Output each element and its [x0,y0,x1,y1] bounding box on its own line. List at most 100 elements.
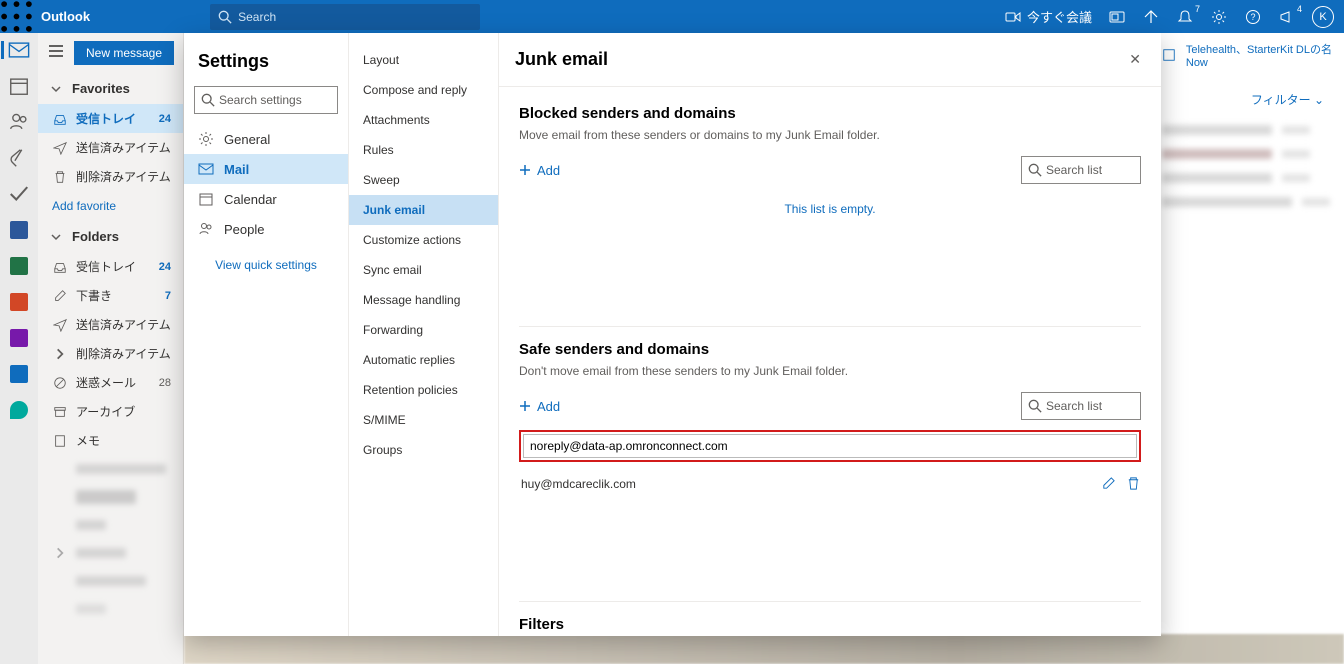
favorites-section[interactable]: Favorites [38,73,183,104]
safe-desc: Don't move email from these senders to m… [519,364,1141,378]
cat-general[interactable]: General [184,124,348,154]
rail-excel-icon[interactable] [8,255,30,277]
rail-onenote-icon[interactable] [8,327,30,349]
settings-search-input[interactable]: Search settings [194,86,338,114]
archive-icon [52,404,68,420]
help-icon[interactable]: ? [1244,8,1262,26]
add-favorite-link[interactable]: Add favorite [38,191,183,221]
gear-icon [198,131,214,147]
search-placeholder: Search [238,10,276,24]
fav-deleted[interactable]: 削除済みアイテム [38,162,183,191]
folder-blurred[interactable] [38,567,183,595]
folder-inbox[interactable]: 受信トレイ 24 [38,252,183,281]
settings-icon[interactable] [1210,8,1228,26]
sub-customize[interactable]: Customize actions [349,225,498,255]
cat-calendar[interactable]: Calendar [184,184,348,214]
draft-icon [52,288,68,304]
folder-archive[interactable]: アーカイブ [38,397,183,426]
rail-bookings-icon[interactable] [8,399,30,421]
rail-mail-icon[interactable] [8,39,30,61]
search-icon [218,10,232,24]
settings-title: Settings [184,51,348,86]
safe-sender-input[interactable] [523,434,1137,458]
whatsnew-badge: 4 [1297,4,1302,14]
app-launcher-icon[interactable] [0,0,33,33]
mail-subcategories: Layout Compose and reply Attachments Rul… [349,33,499,636]
rail-calendar-icon[interactable] [8,75,30,97]
folder-junk[interactable]: 迷惑メール 28 [38,368,183,397]
folder-notes[interactable]: メモ [38,426,183,455]
plus-icon [519,400,531,412]
sub-smime[interactable]: S/MIME [349,405,498,435]
calendar-icon [198,191,214,207]
sub-forwarding[interactable]: Forwarding [349,315,498,345]
folder-blurred[interactable] [38,483,183,511]
cat-mail[interactable]: Mail [184,154,348,184]
sub-retention[interactable]: Retention policies [349,375,498,405]
plus-icon [519,164,531,176]
meet-now-button[interactable]: 今すぐ会議 [1005,7,1092,26]
search-blocked-input[interactable]: Search list [1021,156,1141,184]
sub-rules[interactable]: Rules [349,135,498,165]
notifications-icon[interactable]: 7 [1176,8,1194,26]
new-message-button[interactable]: New message [74,41,174,65]
whatsnew-icon[interactable]: 4 [1278,8,1296,26]
folder-blurred[interactable] [38,595,183,623]
sub-layout[interactable]: Layout [349,45,498,75]
sub-sweep[interactable]: Sweep [349,165,498,195]
safe-sender-row: huy@mdcareclik.com [519,470,1141,591]
task-reminder[interactable]: Telehealth、StarterKit DLの名 Now [1186,44,1332,70]
delete-icon[interactable] [1126,476,1141,491]
filter-dropdown[interactable]: フィルター ⌄ [1251,91,1324,108]
sub-junk[interactable]: Junk email [349,195,498,225]
inbox-icon [52,259,68,275]
view-quick-settings-link[interactable]: View quick settings [184,244,348,286]
rail-word-icon[interactable] [8,219,30,241]
sub-attachments[interactable]: Attachments [349,105,498,135]
chevron-down-icon [50,83,62,95]
search-input[interactable]: Search [210,4,480,30]
content-title: Junk email [515,49,608,70]
folder-blurred[interactable] [38,511,183,539]
rail-files-icon[interactable] [8,147,30,169]
rail-todo-icon[interactable] [8,183,30,205]
sub-handling[interactable]: Message handling [349,285,498,315]
task-icon [1162,48,1176,67]
folder-blurred[interactable] [38,539,183,567]
chevron-down-icon: ⌄ [1314,93,1324,107]
rail-yammer-icon[interactable] [8,363,30,385]
close-icon[interactable]: ✕ [1125,47,1145,72]
folder-sent[interactable]: 送信済みアイテム [38,310,183,339]
search-icon [1028,163,1042,177]
add-safe-button[interactable]: Add [519,399,560,414]
sub-groups[interactable]: Groups [349,435,498,465]
search-safe-input[interactable]: Search list [1021,392,1141,420]
notes-icon [52,433,68,449]
cat-people[interactable]: People [184,214,348,244]
app-rail [0,33,38,664]
rail-people-icon[interactable] [8,111,30,133]
folder-drafts[interactable]: 下書き 7 [38,281,183,310]
folder-deleted[interactable]: 削除済みアイテム [38,339,183,368]
profile-avatar[interactable]: K [1312,6,1334,28]
safe-sender-input-highlight [519,430,1141,462]
app-header: Outlook Search 今すぐ会議 7 ? 4 K [0,0,1344,33]
teams-icon[interactable] [1108,8,1126,26]
edit-icon[interactable] [1101,476,1116,491]
hamburger-icon[interactable] [48,43,64,64]
fav-inbox[interactable]: 受信トレイ 24 [38,104,183,133]
add-blocked-button[interactable]: Add [519,163,560,178]
settings-categories: Settings Search settings General Mail Ca… [184,33,349,636]
folder-blurred[interactable] [38,455,183,483]
rail-powerpoint-icon[interactable] [8,291,30,313]
outbox-icon[interactable] [1142,8,1160,26]
folders-section[interactable]: Folders [38,221,183,252]
sent-icon [52,140,68,156]
sub-sync[interactable]: Sync email [349,255,498,285]
sub-auto[interactable]: Automatic replies [349,345,498,375]
fav-sent[interactable]: 送信済みアイテム [38,133,183,162]
sub-compose[interactable]: Compose and reply [349,75,498,105]
sent-icon [52,317,68,333]
safe-title: Safe senders and domains [519,341,1141,358]
inbox-icon [52,111,68,127]
